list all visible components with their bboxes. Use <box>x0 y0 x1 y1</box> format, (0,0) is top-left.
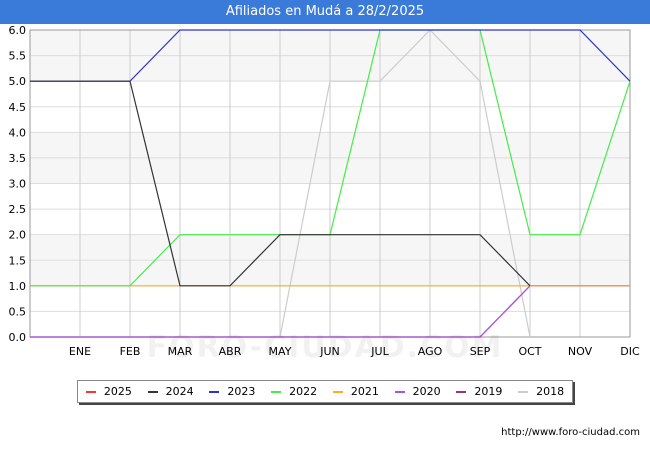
legend-label: 2024 <box>165 385 194 398</box>
legend-label: 2023 <box>227 385 256 398</box>
legend-label: 2021 <box>350 385 379 398</box>
y-tick-label: 4.5 <box>9 101 27 114</box>
y-tick-label: 4.0 <box>9 126 27 139</box>
legend-swatch <box>271 390 282 393</box>
legend-swatch <box>456 390 467 393</box>
watermark: FORO-CIUDAD.COM <box>146 330 504 365</box>
legend-swatch <box>85 390 96 393</box>
legend-item-2025: 2025 <box>85 385 132 398</box>
y-tick-label: 3.5 <box>9 152 27 165</box>
legend-swatch <box>518 390 529 393</box>
chart-legend: 2025 2024 2023 2022 2021 2020 2019 2018 <box>77 380 573 403</box>
legend-item-2021: 2021 <box>332 385 379 398</box>
legend-item-2023: 2023 <box>209 385 255 398</box>
legend-swatch <box>209 390 220 393</box>
y-tick-label: 3.0 <box>9 178 27 191</box>
y-tick-label: 5.0 <box>9 75 27 88</box>
legend-label: 2018 <box>536 385 565 398</box>
y-tick-label: 2.0 <box>9 229 27 242</box>
legend-label: 2020 <box>412 385 441 398</box>
legend-swatch <box>147 390 158 393</box>
y-tick-label: 1.5 <box>9 254 27 267</box>
legend-label: 2025 <box>103 385 132 398</box>
legend-label: 2022 <box>289 385 318 398</box>
legend-item-2018: 2018 <box>518 385 564 398</box>
y-tick-label: 0.5 <box>9 305 27 318</box>
legend-item-2024: 2024 <box>147 385 194 398</box>
legend-item-2022: 2022 <box>271 385 317 398</box>
legend-item-2020: 2020 <box>394 385 441 398</box>
legend-item-2019: 2019 <box>456 385 502 398</box>
source-credit: http://www.foro-ciudad.com <box>501 427 640 438</box>
y-tick-label: 1.0 <box>9 280 27 293</box>
y-tick-label: 2.5 <box>9 203 27 216</box>
legend-swatch <box>394 390 405 393</box>
legend-swatch <box>332 390 343 393</box>
y-tick-label: 6.0 <box>9 24 27 37</box>
y-tick-label: 5.5 <box>9 50 27 63</box>
legend-label: 2019 <box>474 385 503 398</box>
